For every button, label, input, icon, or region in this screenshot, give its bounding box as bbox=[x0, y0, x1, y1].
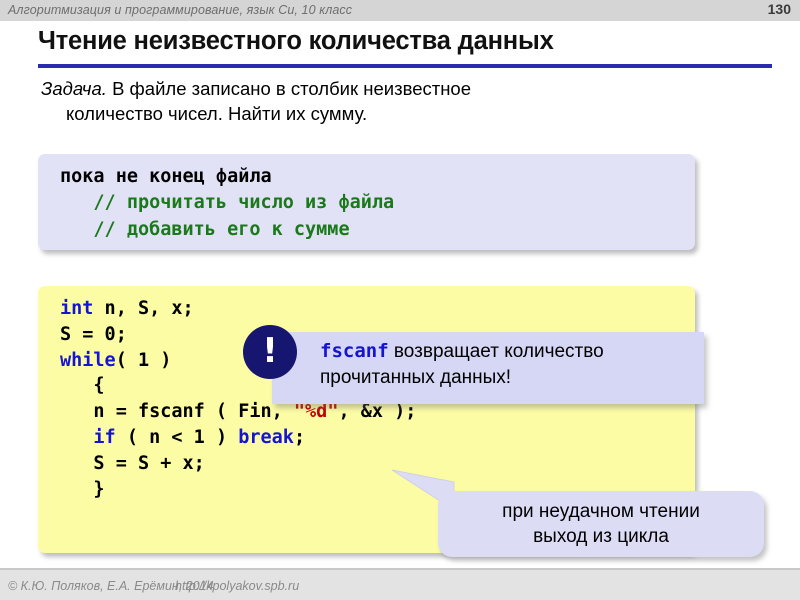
pseudocode-block: пока не конец файла // прочитать число и… bbox=[38, 154, 695, 250]
note-line-2: прочитанных данных! bbox=[320, 367, 512, 389]
note-line-1: fscanf возвращает количество bbox=[320, 338, 698, 365]
footer-url[interactable]: http://kpolyakov.spb.ru bbox=[175, 579, 299, 593]
code-keyword: while bbox=[60, 349, 116, 371]
task-line-1: В файле записано в столбик неизвестное bbox=[106, 78, 472, 99]
code-text: n = fscanf ( Fin, bbox=[60, 401, 294, 423]
pseudocode-line: пока не конец файла bbox=[60, 166, 272, 187]
note-function-name: fscanf bbox=[320, 340, 389, 362]
code-string: "%d" bbox=[293, 401, 339, 423]
code-text: ; bbox=[293, 426, 306, 448]
pseudocode-line: // добавить его к сумме bbox=[60, 218, 350, 240]
callout-bubble: при неудачном чтении выход из цикла bbox=[438, 491, 764, 557]
code-line: if ( n < 1 ) break; bbox=[60, 425, 695, 451]
callout-line-1: при неудачном чтении bbox=[502, 500, 700, 522]
title-divider bbox=[38, 64, 772, 68]
page-title: Чтение неизвестного количества данных bbox=[38, 27, 554, 55]
code-line: S = S + x; bbox=[60, 452, 205, 474]
code-text: ( 1 ) bbox=[115, 349, 172, 371]
exclamation-glyph: ! bbox=[262, 331, 278, 371]
exclamation-icon: ! bbox=[243, 325, 297, 379]
course-title: Алгоритмизация и программирование, язык … bbox=[8, 3, 353, 17]
pseudocode-line: // прочитать число из файла bbox=[60, 192, 395, 214]
code-keyword: break bbox=[238, 426, 294, 448]
code-line: int n, S, x; bbox=[60, 296, 695, 322]
callout-line-2: выход из цикла bbox=[533, 526, 669, 547]
code-text: ( n < 1 ) bbox=[115, 426, 239, 448]
page-number: 130 bbox=[767, 1, 791, 17]
code-keyword: int bbox=[60, 298, 94, 319]
note-bubble: fscanf возвращает количество прочитанных… bbox=[272, 332, 704, 404]
task-label: Задача. bbox=[41, 78, 107, 99]
code-keyword: if bbox=[93, 426, 116, 448]
code-text: , &x ); bbox=[338, 401, 417, 423]
note-text: возвращает количество bbox=[388, 341, 604, 362]
task-description: Задача. В файле записано в столбик неизв… bbox=[41, 76, 601, 102]
task-line-2: количество чисел. Найти их сумму. bbox=[66, 103, 368, 124]
code-text: n, S, x; bbox=[93, 298, 194, 319]
